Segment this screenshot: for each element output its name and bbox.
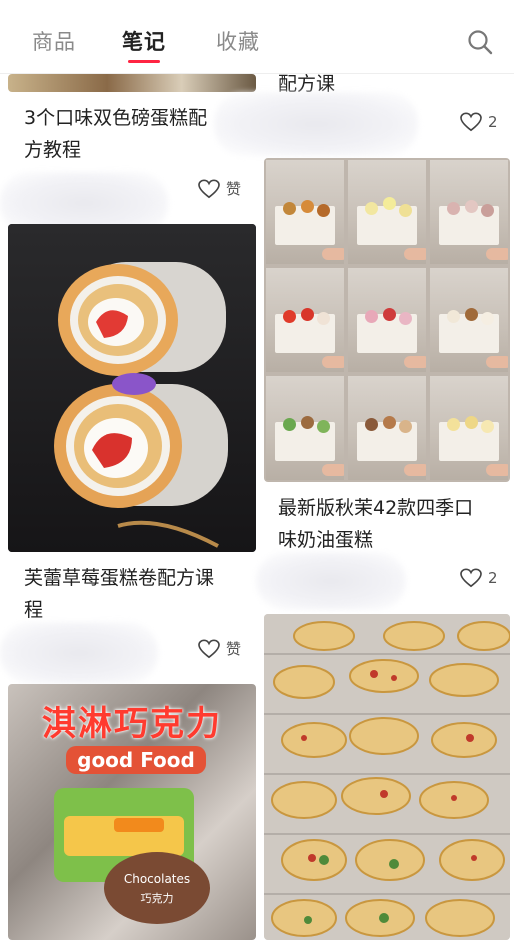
- tab-notes[interactable]: 笔记: [122, 26, 166, 56]
- cover-overlay-text: 淇淋巧克力: [42, 704, 222, 744]
- blurred-author: [0, 622, 158, 684]
- like-button[interactable]: 赞: [198, 638, 241, 659]
- tab-favorites[interactable]: 收藏: [216, 26, 260, 56]
- note-cover-image[interactable]: 淇淋巧克力 good Food Chocolates 巧克力: [8, 684, 256, 940]
- heart-icon: [460, 112, 482, 132]
- note-cover-image[interactable]: [8, 74, 256, 92]
- cover-overlay-sub: good Food: [66, 746, 206, 774]
- active-tab-indicator: [128, 60, 160, 63]
- blurred-author: [214, 92, 418, 156]
- heart-icon: [198, 179, 220, 198]
- blurred-author: [256, 552, 406, 610]
- like-button[interactable]: 2: [460, 112, 498, 132]
- note-title[interactable]: 最新版秋茉42款四季口 味奶油蛋糕: [278, 492, 504, 556]
- top-tab-bar: 商品 笔记 收藏: [0, 0, 514, 74]
- like-button[interactable]: 赞: [198, 178, 241, 199]
- heart-icon: [198, 639, 220, 658]
- heart-icon: [460, 568, 482, 588]
- tab-products[interactable]: 商品: [32, 26, 76, 56]
- note-title[interactable]: 芙蕾草莓蛋糕卷配方课 程: [24, 562, 252, 626]
- search-icon[interactable]: [466, 28, 494, 56]
- note-cover-image[interactable]: [8, 224, 256, 552]
- note-cover-image[interactable]: [264, 614, 510, 940]
- chocolate-package: Chocolates 巧克力: [104, 852, 210, 924]
- like-button[interactable]: 2: [460, 568, 498, 588]
- note-cover-image[interactable]: [264, 158, 510, 482]
